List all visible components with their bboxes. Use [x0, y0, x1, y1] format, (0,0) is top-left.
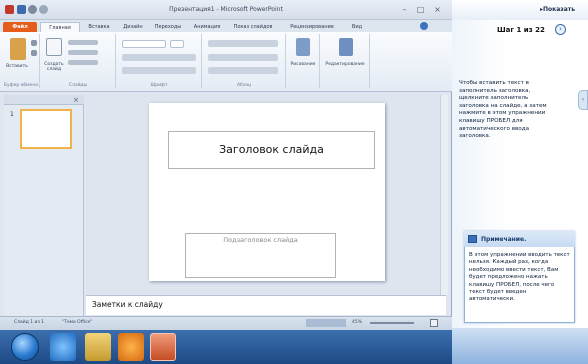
- clipboard-group-label: Буфер обмена: [3, 83, 39, 88]
- redo-icon[interactable]: [39, 5, 48, 14]
- font-color-buttons[interactable]: [122, 67, 196, 74]
- powerpoint-logo-icon[interactable]: [5, 5, 14, 14]
- tab-insert[interactable]: Вставка: [82, 22, 116, 32]
- reset-button[interactable]: [68, 50, 98, 55]
- close-pane-icon[interactable]: ×: [72, 96, 80, 104]
- undo-icon[interactable]: [28, 5, 37, 14]
- find-icon[interactable]: [339, 38, 353, 56]
- tab-review[interactable]: Рецензирование: [280, 22, 344, 32]
- close-button[interactable]: ×: [431, 4, 444, 15]
- maximize-button[interactable]: □: [414, 4, 427, 15]
- show-button[interactable]: ▸Показать: [540, 6, 575, 13]
- vertical-scrollbar[interactable]: [440, 95, 448, 295]
- zoom-slider[interactable]: [370, 322, 414, 324]
- decorative-wave: [452, 328, 588, 364]
- title-placeholder[interactable]: Заголовок слайда: [168, 131, 375, 169]
- minimize-button[interactable]: –: [398, 4, 411, 15]
- tab-transitions[interactable]: Переходы: [150, 22, 186, 32]
- drawing-icon[interactable]: [296, 38, 310, 56]
- paragraph-group-label: Абзац: [236, 83, 252, 88]
- media-player-icon[interactable]: [118, 333, 144, 361]
- save-icon[interactable]: [17, 5, 26, 14]
- list-buttons[interactable]: [208, 40, 278, 47]
- zoom-level: 45%: [352, 320, 363, 325]
- explorer-icon[interactable]: [85, 333, 111, 361]
- start-button[interactable]: [11, 333, 39, 361]
- subtitle-placeholder-text: Подзаголовок слайда: [223, 236, 298, 244]
- next-step-icon[interactable]: ›: [555, 24, 566, 35]
- tab-animations[interactable]: Анимация: [188, 22, 226, 32]
- ie-icon[interactable]: [50, 333, 76, 361]
- help-icon[interactable]: [420, 22, 428, 30]
- align-buttons[interactable]: [208, 67, 278, 74]
- note-title: Примечание.: [481, 236, 527, 243]
- theme-status: "Тема Office": [62, 320, 93, 325]
- step-counter: Шаг 1 из 22: [497, 26, 545, 34]
- layout-button[interactable]: [68, 40, 98, 45]
- editing-label: Редактирование: [325, 62, 365, 67]
- title-placeholder-text: Заголовок слайда: [219, 143, 324, 156]
- paste-label: Вставить: [6, 64, 28, 69]
- font-format-buttons[interactable]: [122, 54, 196, 61]
- font-size-select[interactable]: [170, 40, 184, 48]
- note-text: В этом упражнении вводить текст нельзя. …: [469, 252, 570, 303]
- cut-icon[interactable]: [31, 40, 37, 46]
- window-title: Презентация1 - Microsoft PowerPoint: [169, 6, 283, 13]
- fit-slide-icon[interactable]: [430, 319, 438, 327]
- slide-count-status: Слайд 1 из 1: [14, 320, 45, 325]
- subtitle-placeholder[interactable]: Подзаголовок слайда: [185, 233, 336, 278]
- section-button[interactable]: [68, 60, 98, 65]
- notes-placeholder: Заметки к слайду: [92, 300, 163, 309]
- tab-design[interactable]: Дизайн: [118, 22, 148, 32]
- note-icon: [468, 235, 477, 243]
- copy-icon[interactable]: [31, 50, 37, 56]
- paste-icon[interactable]: [10, 38, 26, 60]
- powerpoint-taskbar-icon[interactable]: [150, 333, 176, 361]
- new-slide-icon[interactable]: [46, 38, 62, 56]
- font-name-select[interactable]: [122, 40, 166, 48]
- instruction-text: Чтобы вставить текст в заполнитель загол…: [459, 80, 547, 140]
- drawing-label: Рисование: [290, 62, 316, 67]
- collapse-pane-tab[interactable]: ‹: [578, 90, 588, 110]
- tab-view[interactable]: Вид: [346, 22, 368, 32]
- notes-pane[interactable]: Заметки к слайду: [86, 295, 446, 315]
- slide-thumbnail[interactable]: [20, 109, 72, 149]
- font-group-label: Шрифт: [150, 83, 168, 88]
- indent-buttons[interactable]: [208, 54, 278, 61]
- tab-home[interactable]: Главная: [40, 22, 80, 32]
- tab-slideshow[interactable]: Показ слайдов: [228, 22, 278, 32]
- slides-group-label: Слайды: [68, 83, 88, 88]
- slide-number: 1: [10, 111, 14, 118]
- new-slide-label: Создать слайд: [44, 62, 64, 72]
- view-buttons[interactable]: [306, 319, 346, 327]
- tab-file[interactable]: Файл: [3, 22, 37, 32]
